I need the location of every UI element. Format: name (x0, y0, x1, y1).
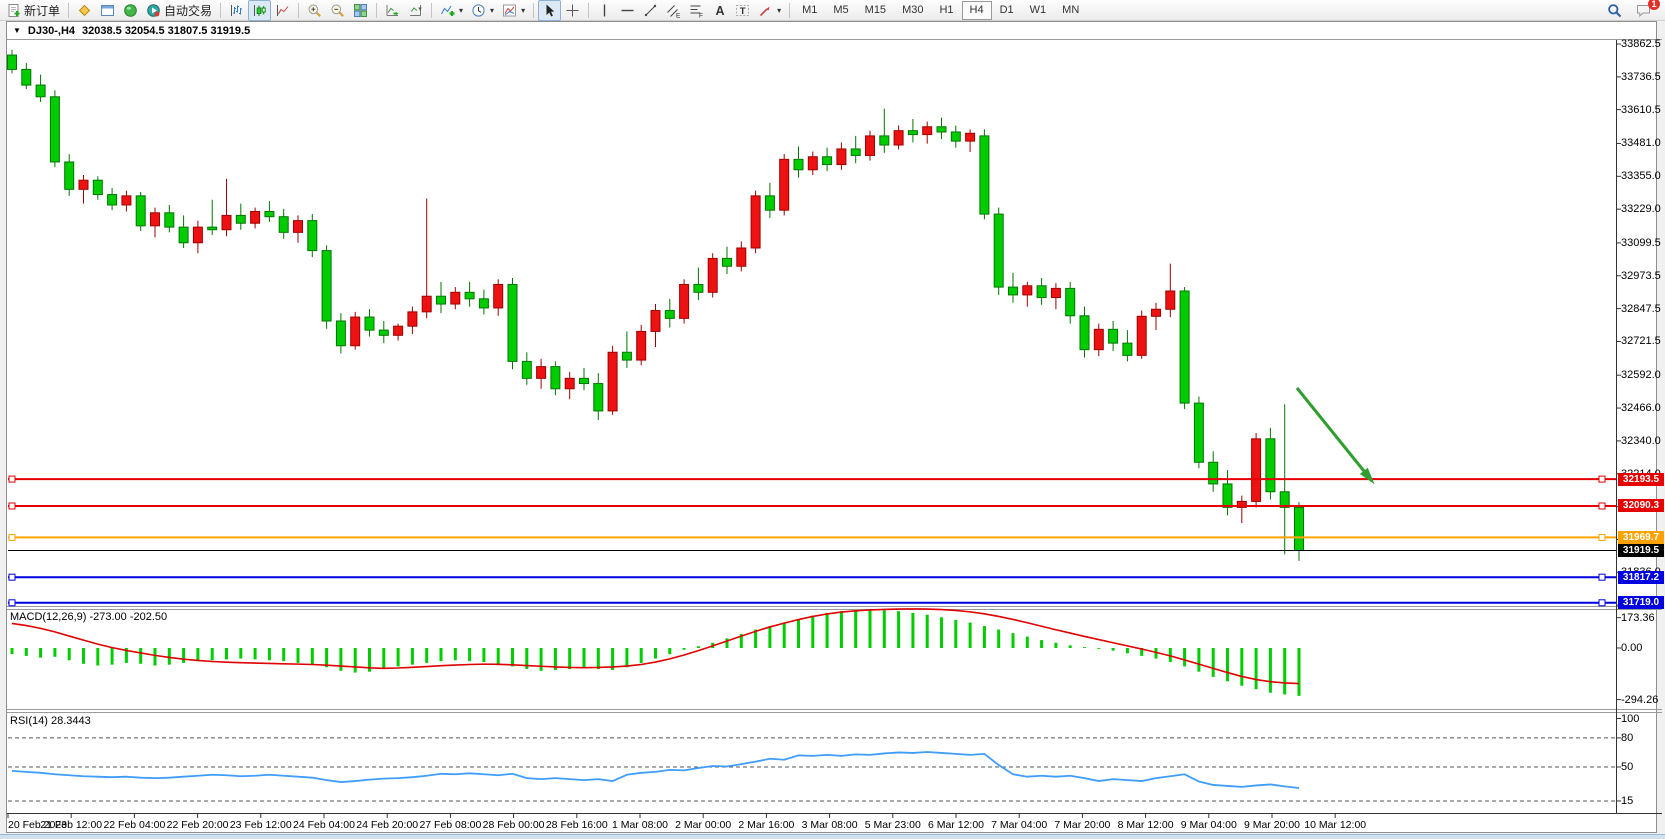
line-handle[interactable] (9, 574, 15, 580)
line-handle[interactable] (1599, 503, 1605, 509)
macd-signal-line (12, 609, 1299, 684)
chart-title-symbol: DJ30-,H4 (28, 25, 75, 37)
line-handle[interactable] (1599, 476, 1605, 482)
mt4-application: 新订单自动交易▾▾▾EFAT▾M1M5M15M30H1H4D1W1MN1 ▼ D… (0, 0, 1665, 838)
chart-dropdown-icon[interactable]: ▼ (13, 26, 21, 35)
line-handle[interactable] (1599, 600, 1605, 606)
chart-canvas[interactable] (0, 0, 1665, 838)
line-handle[interactable] (9, 534, 15, 540)
line-handle[interactable] (9, 476, 15, 482)
bottom-strip (0, 834, 1665, 839)
candles (8, 50, 1304, 561)
rsi-line (12, 752, 1299, 788)
chart-title-ohlc: 32038.5 32054.5 31807.5 31919.5 (82, 25, 250, 37)
line-handle[interactable] (9, 503, 15, 509)
chart-title-bar: ▼ DJ30-,H4 32038.5 32054.5 31807.5 31919… (7, 22, 1656, 39)
line-handle[interactable] (9, 600, 15, 606)
trend-arrow[interactable] (1297, 388, 1372, 481)
line-handle[interactable] (1599, 534, 1605, 540)
line-handle[interactable] (1599, 574, 1605, 580)
